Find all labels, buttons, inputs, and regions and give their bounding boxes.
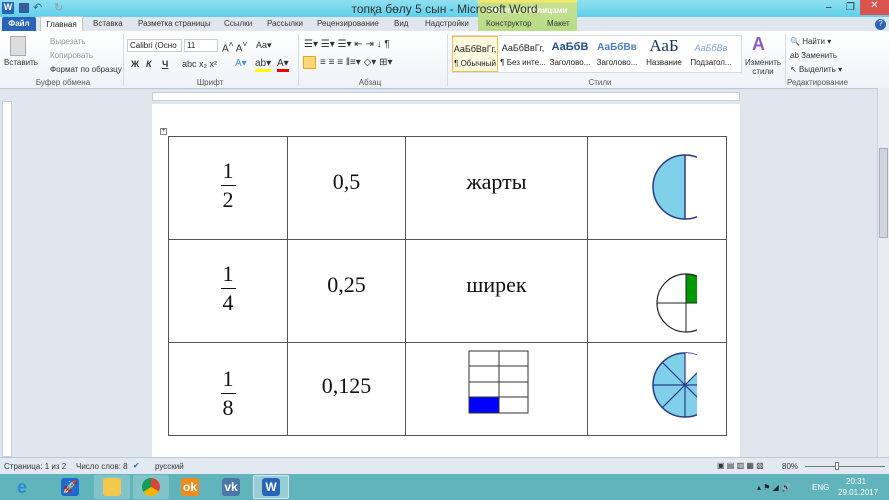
group-paragraph-label: Абзац [358, 78, 382, 87]
group-font-label: Шрифт [196, 78, 224, 87]
list-icons[interactable]: ☰▾ ☰▾ ☰▾ ⇤ ⇥ ↓ ¶ [304, 39, 390, 50]
format-painter-button[interactable]: Формат по образцу [50, 65, 122, 74]
change-styles-button[interactable]: Изменить стили [745, 58, 781, 76]
style-heading1[interactable]: АаБбВ Заголово... [547, 36, 593, 72]
picture-cell[interactable] [587, 136, 727, 240]
text-effects-icon[interactable]: A▾ [235, 58, 247, 69]
table-row: 18 0,125 [168, 342, 727, 436]
tab-design[interactable]: Конструктор [486, 19, 532, 28]
language[interactable]: русский [155, 462, 184, 471]
eighths-grid-diagram [468, 350, 528, 414]
tab-layout[interactable]: Разметка страницы [138, 19, 211, 28]
vertical-scrollbar[interactable] [877, 88, 889, 457]
word-cell[interactable]: жарты [405, 136, 588, 240]
help-icon[interactable]: ? [875, 19, 886, 30]
zoom-level[interactable]: 80% [782, 462, 798, 471]
cut-button[interactable]: Вырезать [50, 37, 86, 46]
style-normal[interactable]: АаБбВвГг, ¶ Обычный [452, 36, 498, 72]
fraction-cell[interactable]: 18 [168, 342, 288, 436]
tray-icons[interactable]: ▴ ⚑ ◢ 🔊 [757, 483, 791, 492]
rocket-app-icon[interactable]: 🚀 [52, 475, 88, 499]
grow-font-icon[interactable]: A˄ A˅ [222, 39, 247, 54]
input-language[interactable]: ENG [812, 483, 829, 492]
chrome-icon[interactable] [133, 475, 169, 499]
close-button[interactable]: ✕ [860, 0, 889, 15]
zoom-slider[interactable] [805, 466, 885, 467]
bold-button[interactable]: Ж [131, 59, 139, 69]
paste-icon [10, 36, 26, 56]
group-clipboard-label: Буфер обмена [35, 78, 91, 87]
decimal-cell[interactable]: 0,5 [287, 136, 406, 240]
taskbar: e 🚀 ok vk W ▴ ⚑ ◢ 🔊 ENG 20:31 29.01.2017 [0, 474, 889, 500]
tab-insert[interactable]: Вставка [93, 19, 123, 28]
italic-button[interactable]: К [146, 59, 152, 69]
eighths-circle-diagram [652, 352, 718, 418]
align-icons[interactable]: ≡ ≡ ≡ ‖≡▾ ◇▾ ⊞▾ [320, 57, 393, 68]
odnoklassniki-icon[interactable]: ok [172, 475, 208, 499]
copy-button[interactable]: Копировать [50, 51, 93, 60]
change-case-icon[interactable]: Aa▾ [256, 40, 272, 51]
group-styles-label: Стили [588, 78, 612, 87]
save-icon[interactable] [19, 3, 29, 13]
word-count[interactable]: Число слов: 8 [76, 462, 128, 471]
fraction-cell[interactable]: 12 [168, 136, 288, 240]
table-row: 12 0,5 жарты [168, 136, 727, 240]
ie-icon[interactable]: e [4, 475, 40, 499]
table-row: 14 0,25 ширек [168, 239, 727, 343]
tab-addins[interactable]: Надстройки [425, 19, 469, 28]
vk-icon[interactable]: vk [213, 475, 249, 499]
select-button[interactable]: ↖ Выделить ▾ [790, 65, 842, 74]
fraction-cell[interactable]: 14 [168, 239, 288, 343]
word-cell[interactable]: ширек [405, 239, 588, 343]
style-no-spacing[interactable]: АаБбВвГг, ¶ Без инте... [500, 36, 546, 72]
grid-cell[interactable] [405, 342, 588, 436]
table-move-handle[interactable]: + [160, 128, 167, 135]
replace-button[interactable]: ab Заменить [790, 51, 837, 60]
font-size-select[interactable]: 11 [184, 39, 218, 52]
minimize-button[interactable]: – [826, 2, 832, 13]
page-count[interactable]: Страница: 1 из 2 [4, 462, 66, 471]
style-heading2[interactable]: АаБбВв Заголово... [594, 36, 640, 72]
decimal-cell[interactable]: 0,25 [287, 239, 406, 343]
vertical-ruler[interactable] [2, 101, 12, 457]
word-taskbar-icon[interactable]: W [253, 475, 289, 499]
tab-table-layout[interactable]: Макет [547, 19, 570, 28]
word-logo-icon: W [2, 2, 14, 14]
group-editing-label: Редактирование [787, 78, 848, 87]
fractions-table: 12 0,5 жарты 14 0,25 ширек 18 0,125 [168, 136, 727, 436]
clock-time[interactable]: 20:31 [846, 477, 866, 486]
picture-cell[interactable] [587, 342, 727, 436]
horizontal-ruler[interactable] [152, 92, 740, 101]
font-name-select[interactable]: Calibri (Осно [127, 39, 182, 52]
quarter-circle-diagram [656, 273, 716, 333]
proofing-icon[interactable]: ✔ [133, 461, 140, 470]
half-circle-diagram [652, 154, 718, 220]
style-subtitle[interactable]: АаБбВв Подзагол... [688, 36, 734, 72]
tab-review[interactable]: Рецензирование [317, 19, 379, 28]
strike-sub-sup-icons[interactable]: abc x₂ x² [182, 59, 217, 69]
tab-view[interactable]: Вид [394, 19, 408, 28]
view-buttons[interactable]: ▣ ▤ ▥ ▦ ▧ [717, 461, 764, 470]
highlight-icon[interactable]: ab▾ [255, 58, 272, 72]
undo-icon[interactable]: ↶ [33, 1, 42, 14]
align-left-button[interactable] [303, 56, 316, 69]
font-color-icon[interactable]: A▾ [277, 58, 289, 72]
explorer-icon[interactable] [94, 475, 130, 499]
tab-mailings[interactable]: Рассылки [267, 19, 303, 28]
window-title: топқа бөлу 5 сын - Microsoft Word [351, 2, 538, 16]
tab-references[interactable]: Ссылки [224, 19, 252, 28]
style-title[interactable]: АаБ Название [641, 36, 687, 72]
underline-button[interactable]: Ч [162, 59, 168, 69]
clock-date[interactable]: 29.01.2017 [838, 488, 878, 497]
zoom-thumb[interactable] [835, 462, 839, 470]
picture-cell[interactable] [587, 239, 727, 343]
status-bar: Страница: 1 из 2 Число слов: 8 ✔ русский… [0, 457, 889, 474]
change-styles-icon: A [752, 34, 765, 54]
find-button[interactable]: 🔍 Найти ▾ [790, 37, 831, 46]
paste-button[interactable]: Вставить [4, 58, 38, 67]
decimal-cell[interactable]: 0,125 [287, 342, 406, 436]
redo-icon[interactable]: ↻ [54, 1, 63, 14]
restore-button[interactable]: ❐ [846, 2, 855, 13]
